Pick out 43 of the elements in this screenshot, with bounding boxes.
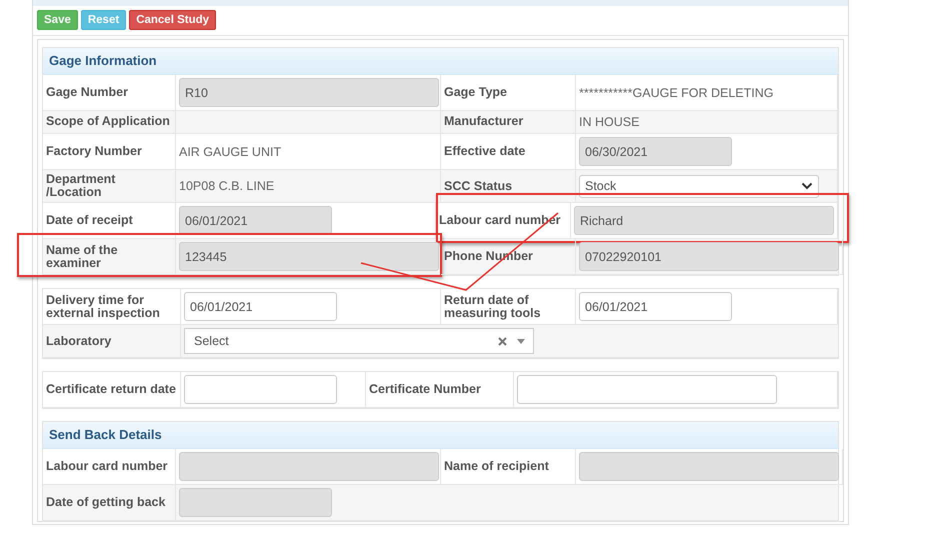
input-field[interactable]: 06/01/2021 (579, 292, 732, 322)
input-field[interactable] (184, 375, 337, 404)
input-field[interactable] (579, 452, 839, 482)
field-value: ***********GAUGE FOR DELETING (579, 86, 774, 100)
field-label: Effective date (441, 134, 576, 169)
input-field[interactable]: 123445 (179, 242, 439, 272)
section-header: Gage Information (43, 48, 838, 75)
section-header: Send Back Details (43, 422, 838, 450)
field-label: Manufacturer (441, 111, 576, 133)
field-label: Laboratory (43, 325, 181, 358)
input-field[interactable]: 07022920101 (579, 242, 839, 272)
field-label: Date of getting back (43, 485, 176, 520)
input-field[interactable]: R10 (179, 78, 439, 107)
input-field[interactable]: 06/01/2021 (179, 206, 332, 236)
input-field[interactable]: 06/30/2021 (579, 137, 732, 166)
dropdown[interactable]: Select (184, 328, 534, 354)
field-label: Name of recipient (441, 449, 576, 484)
field-value: IN HOUSE (579, 115, 640, 129)
input-field[interactable]: Richard (574, 206, 834, 236)
input-field[interactable] (517, 375, 777, 404)
field-label: Gage Number (43, 75, 176, 110)
field-label: Factory Number (43, 134, 176, 169)
toolbar-button[interactable]: Cancel Study (129, 10, 216, 30)
field-label: Certificate Number (366, 372, 514, 408)
field-label: Labour card number (43, 449, 176, 484)
field-label: Department /Location (43, 170, 176, 202)
field-label: Delivery time for external inspection (43, 289, 181, 324)
input-field[interactable]: 06/01/2021 (184, 292, 337, 322)
field-label: Certificate return date (43, 372, 181, 408)
field-label: Scope of Application (43, 111, 176, 133)
input-field[interactable] (179, 452, 439, 482)
input-field[interactable] (179, 488, 332, 518)
clear-icon[interactable] (498, 336, 507, 346)
field-label: Gage Type (441, 75, 576, 110)
field-label: Name of the examiner (43, 239, 176, 274)
field-value: 10P08 C.B. LINE (179, 179, 274, 194)
chevron-icon[interactable] (801, 182, 813, 190)
field-label: Return date of measuring tools (441, 289, 576, 324)
caret-icon[interactable] (517, 338, 525, 344)
field-label: SCC Status (441, 170, 576, 202)
field-label: Date of receipt (43, 203, 176, 238)
field-value: AIR GAUGE UNIT (179, 144, 282, 158)
dropdown[interactable]: Stock (579, 174, 819, 198)
